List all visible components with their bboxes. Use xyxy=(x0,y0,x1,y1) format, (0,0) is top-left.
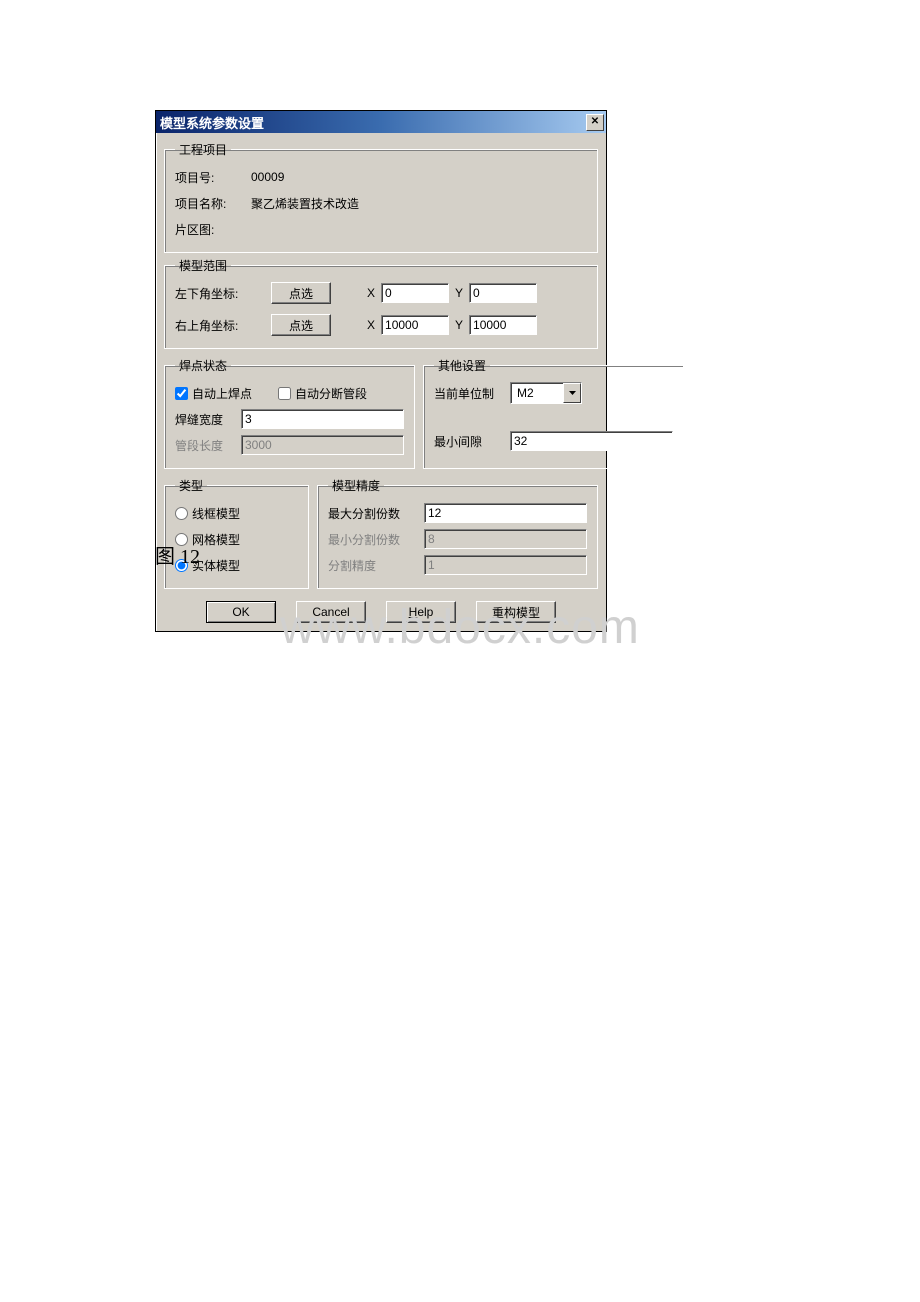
group-type: 类型 线框模型 网格模型 实体模型 xyxy=(164,477,309,589)
checkbox-auto-weld-input[interactable] xyxy=(175,387,188,400)
label-zone: 片区图: xyxy=(175,221,245,238)
group-weld: 焊点状态 自动上焊点 自动分断管段 焊缝宽度 管段长度 xyxy=(164,357,415,469)
input-min-gap[interactable] xyxy=(510,431,673,451)
legend-weld: 焊点状态 xyxy=(175,357,231,374)
group-other: 其他设置 当前单位制 M2 最小间隙 xyxy=(423,357,684,469)
label-weld-width: 焊缝宽度 xyxy=(175,411,235,428)
input-tr-x[interactable] xyxy=(381,315,449,335)
checkbox-auto-break-input[interactable] xyxy=(278,387,291,400)
input-bl-x[interactable] xyxy=(381,283,449,303)
dialog-title: 模型系统参数设置 xyxy=(160,113,264,132)
group-model-range: 模型范围 左下角坐标: 点选 X Y 右上角坐标: 点选 X Y xyxy=(164,257,598,349)
pick-tr-button[interactable]: 点选 xyxy=(271,314,331,336)
value-project-name: 聚乙烯装置技术改造 xyxy=(251,195,359,212)
titlebar: 模型系统参数设置 ✕ xyxy=(156,111,606,133)
input-precision xyxy=(424,555,587,575)
label-bl-coord: 左下角坐标: xyxy=(175,285,265,302)
label-project-name: 项目名称: xyxy=(175,195,245,212)
label-x2: X xyxy=(367,318,375,332)
label-project-number: 项目号: xyxy=(175,169,245,186)
checkbox-auto-break[interactable]: 自动分断管段 xyxy=(278,385,367,402)
label-seg-len: 管段长度 xyxy=(175,437,235,454)
label-min-div: 最小分割份数 xyxy=(328,531,418,548)
label-min-gap: 最小间隙 xyxy=(434,433,504,450)
watermark: www.bdocx.com xyxy=(0,600,920,655)
input-max-div[interactable] xyxy=(424,503,587,523)
input-tr-y[interactable] xyxy=(469,315,537,335)
input-min-div xyxy=(424,529,587,549)
label-tr-coord: 右上角坐标: xyxy=(175,317,265,334)
input-seg-len xyxy=(241,435,404,455)
label-unit: 当前单位制 xyxy=(434,385,504,402)
chevron-down-icon[interactable] xyxy=(563,383,581,403)
label-y: Y xyxy=(455,286,463,300)
legend-type: 类型 xyxy=(175,477,207,494)
dialog-window: 模型系统参数设置 ✕ 工程项目 项目号: 00009 项目名称: 聚乙烯装置技术… xyxy=(155,110,607,632)
group-project: 工程项目 项目号: 00009 项目名称: 聚乙烯装置技术改造 片区图: xyxy=(164,141,598,253)
value-project-number: 00009 xyxy=(251,170,284,184)
input-weld-width[interactable] xyxy=(241,409,404,429)
label-wireframe: 线框模型 xyxy=(192,505,240,522)
select-unit-value: M2 xyxy=(511,386,563,400)
label-x: X xyxy=(367,286,375,300)
label-max-div: 最大分割份数 xyxy=(328,505,418,522)
label-precision: 分割精度 xyxy=(328,557,418,574)
label-y2: Y xyxy=(455,318,463,332)
input-bl-y[interactable] xyxy=(469,283,537,303)
label-auto-weld: 自动上焊点 xyxy=(192,385,252,402)
radio-wireframe-input[interactable] xyxy=(175,507,188,520)
legend-range: 模型范围 xyxy=(175,257,231,274)
legend-project: 工程项目 xyxy=(175,141,231,158)
checkbox-auto-weld[interactable]: 自动上焊点 xyxy=(175,385,252,402)
close-icon[interactable]: ✕ xyxy=(586,114,604,131)
figure-caption: 图 12 xyxy=(155,540,200,569)
legend-precision: 模型精度 xyxy=(328,477,384,494)
group-precision: 模型精度 最大分割份数 最小分割份数 分割精度 xyxy=(317,477,598,589)
label-auto-break: 自动分断管段 xyxy=(295,385,367,402)
legend-other: 其他设置 xyxy=(434,357,490,374)
radio-wireframe[interactable]: 线框模型 xyxy=(175,505,240,522)
select-unit[interactable]: M2 xyxy=(510,382,582,404)
pick-bl-button[interactable]: 点选 xyxy=(271,282,331,304)
